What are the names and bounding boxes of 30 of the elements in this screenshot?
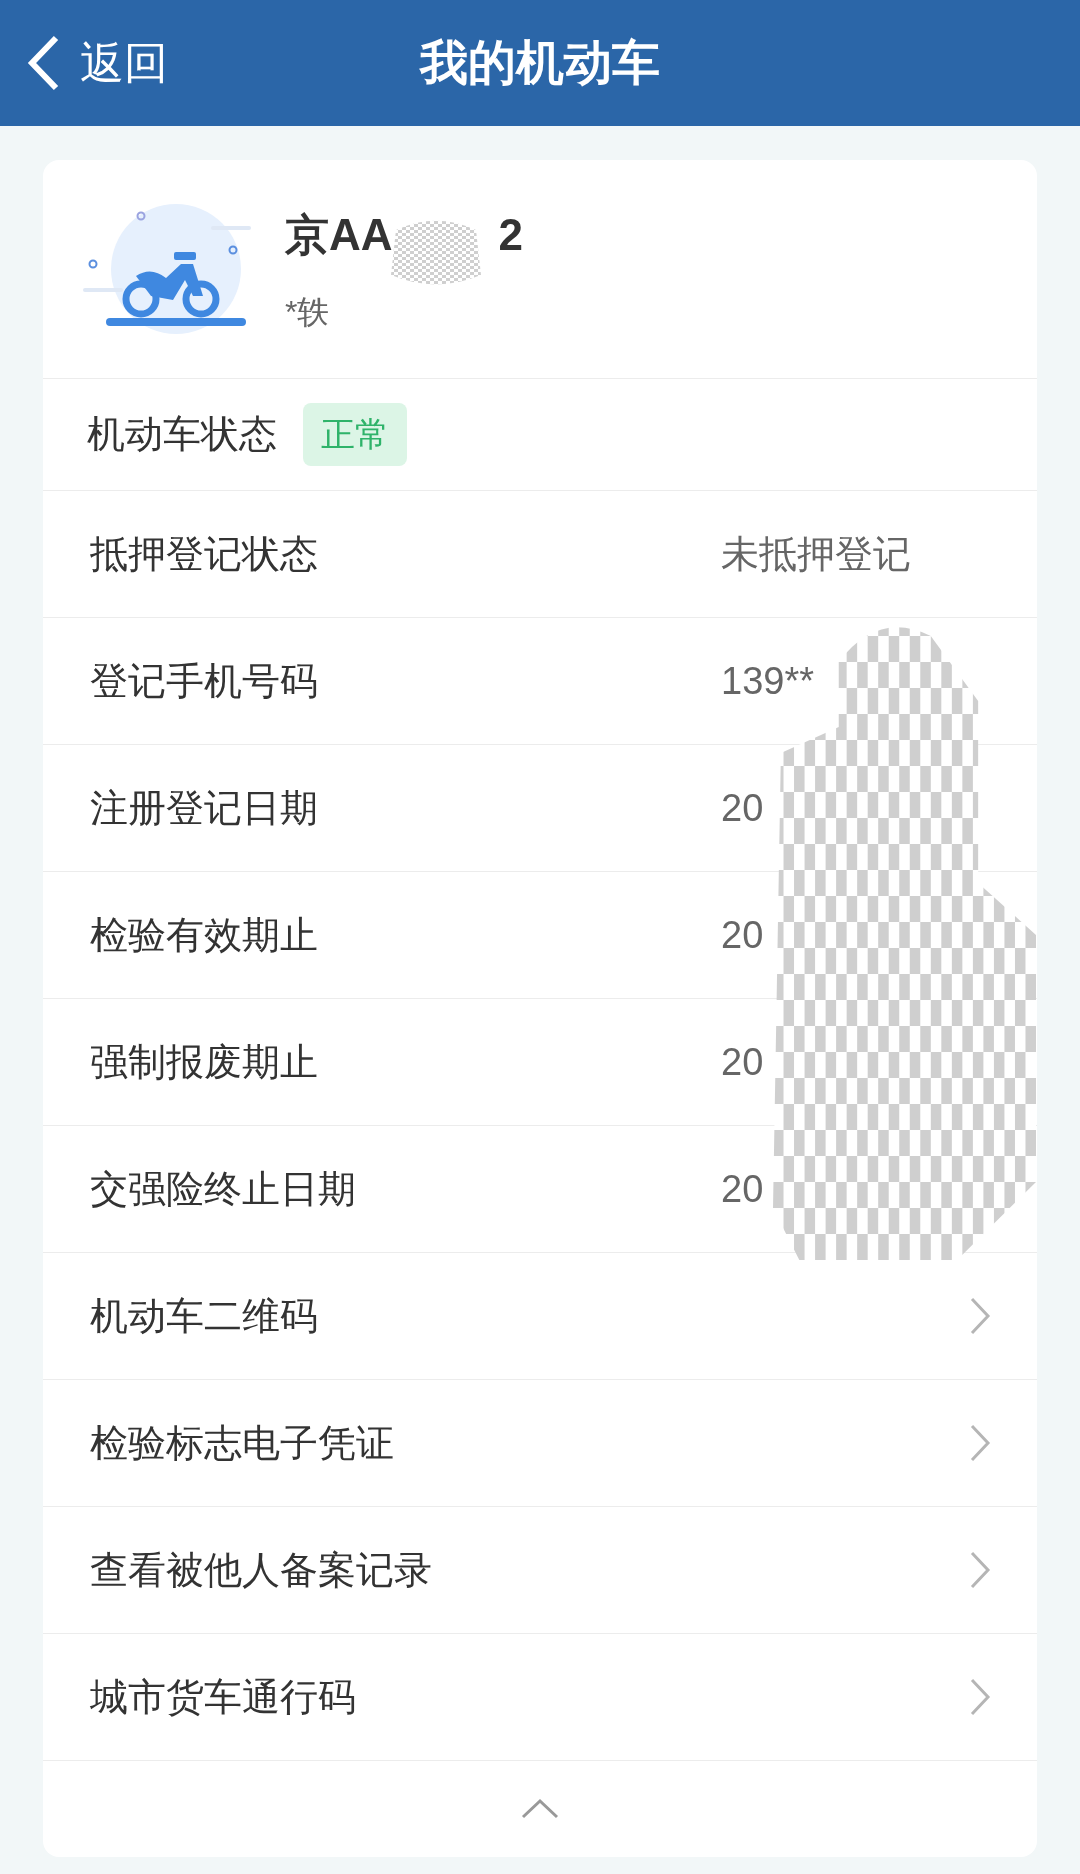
row-label: 抵押登记状态 xyxy=(90,531,318,577)
plate-number-end: 2 xyxy=(498,209,524,261)
row-label: 交强险终止日期 xyxy=(90,1166,356,1212)
chevron-right-icon xyxy=(969,1677,991,1717)
row-value: 20 xyxy=(721,912,765,958)
page-title: 我的机动车 xyxy=(420,35,660,91)
row-label: 查看被他人备案记录 xyxy=(90,1547,432,1593)
row-value: 未抵押登记 xyxy=(721,531,912,577)
motorcycle-icon xyxy=(81,204,251,334)
chevron-right-icon xyxy=(969,1423,991,1463)
row-label: 机动车二维码 xyxy=(90,1293,318,1339)
status-badge: 正常 xyxy=(303,403,407,466)
row-value: 20 xyxy=(721,1039,765,1085)
row-label: 登记手机号码 xyxy=(90,658,318,704)
chevron-right-icon xyxy=(969,1550,991,1590)
row-label: 注册登记日期 xyxy=(90,785,318,831)
row-value: 20 xyxy=(721,785,765,831)
row-label: 检验有效期止 xyxy=(90,912,318,958)
row-value: 139** xyxy=(721,658,815,704)
back-button[interactable]: 返回 xyxy=(0,30,168,96)
row-value: 20 xyxy=(721,1166,765,1212)
row-label: 强制报废期止 xyxy=(90,1039,318,1085)
plate-number: 京AA xyxy=(285,209,393,261)
row-label: 检验标志电子凭证 xyxy=(90,1420,394,1466)
status-label: 机动车状态 xyxy=(87,412,277,457)
chevron-up-icon[interactable] xyxy=(520,1798,560,1820)
chevron-right-icon xyxy=(969,1296,991,1336)
owner-name: *轶 xyxy=(285,293,331,332)
row-label: 城市货车通行码 xyxy=(90,1674,356,1720)
back-icon xyxy=(26,34,60,92)
